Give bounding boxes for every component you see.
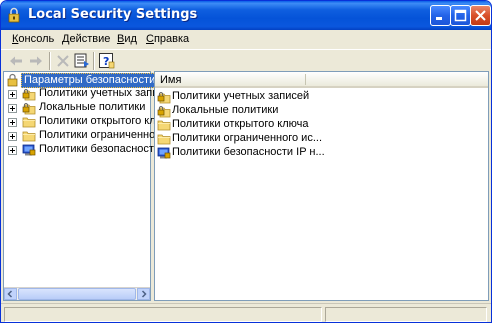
menu-action[interactable]: Действие [62, 33, 110, 45]
horizontal-scrollbar[interactable] [4, 287, 150, 300]
menu-view[interactable]: Вид [117, 33, 137, 45]
column-divider[interactable] [305, 74, 306, 85]
tree-item-software-restriction[interactable]: Политики ограниченного [4, 129, 165, 143]
tree-item-label: Политики ограниченного [39, 129, 166, 141]
chevron-right-icon [141, 290, 147, 298]
tree-root-label: Параметры безопасности [21, 73, 159, 88]
tree-item-label: Политики открытого ключ [39, 115, 170, 127]
tree-pane[interactable]: Параметры безопасности Политики учетных … [3, 71, 170, 301]
ip-security-icon [22, 144, 36, 156]
folder-icon [157, 120, 171, 131]
folder-icon [22, 131, 36, 142]
menu-help[interactable]: Справка [146, 33, 189, 45]
ip-security-icon [157, 147, 171, 159]
svg-text:?: ? [103, 55, 109, 68]
list-item[interactable]: Политики безопасности IP н... [155, 146, 488, 160]
maximize-icon [454, 9, 467, 22]
column-header-row: Имя [155, 72, 488, 88]
delete-icon[interactable] [54, 52, 72, 70]
menu-bar: Консоль Действие Вид Справка [1, 30, 491, 49]
expand-icon[interactable] [8, 118, 17, 127]
tree-item-label: Политики безопасности I [39, 143, 167, 155]
status-cell-secondary [325, 307, 487, 322]
help-icon[interactable]: ? [98, 52, 116, 70]
chevron-left-icon [7, 290, 13, 298]
list-item-label: Локальные политики [172, 104, 279, 116]
lock-folder-icon [22, 89, 36, 101]
lock-folder-icon [157, 92, 171, 104]
list-item[interactable]: Политики учетных записей [155, 90, 488, 104]
tree-item-public-key-policies[interactable]: Политики открытого ключ [4, 115, 169, 129]
tree-item-local-policies[interactable]: Локальные политики [4, 101, 150, 115]
folder-icon [157, 134, 171, 145]
tree-item-account-policies[interactable]: Политики учетных записе [4, 87, 170, 101]
list-item-label: Политики ограниченного ис... [172, 132, 322, 144]
list-item-label: Политики безопасности IP н... [172, 146, 325, 158]
scroll-thumb[interactable] [18, 288, 136, 300]
list-item-label: Политики открытого ключа [172, 118, 309, 130]
expand-icon[interactable] [8, 132, 17, 141]
toolbar: ? [1, 49, 491, 71]
scroll-left-button[interactable] [4, 288, 17, 300]
tree-item-label: Локальные политики [39, 101, 146, 113]
menu-console[interactable]: Консоль [12, 33, 54, 45]
export-list-icon[interactable] [73, 52, 91, 70]
column-header-name[interactable]: Имя [160, 74, 181, 86]
list-pane[interactable]: Имя Политики учетных записей Локальные п… [154, 71, 489, 301]
maximize-button[interactable] [450, 5, 471, 26]
list-item-label: Политики учетных записей [172, 90, 310, 102]
app-window: Local Security Settings Консоль Действие… [0, 0, 492, 323]
title-bar[interactable]: Local Security Settings [1, 1, 491, 30]
close-button[interactable] [470, 5, 491, 26]
security-settings-icon [7, 73, 18, 87]
status-bar [1, 303, 491, 322]
back-arrow-icon[interactable] [7, 52, 25, 70]
status-cell-main [4, 307, 322, 322]
scroll-right-button[interactable] [137, 288, 150, 300]
list-item[interactable]: Политики открытого ключа [155, 118, 488, 132]
toolbar-separator [93, 52, 95, 70]
expand-icon[interactable] [8, 104, 17, 113]
lock-folder-icon [22, 103, 36, 115]
list-item[interactable]: Политики ограниченного ис... [155, 132, 488, 146]
close-icon [475, 10, 486, 21]
lock-folder-icon [157, 106, 171, 118]
toolbar-separator [49, 52, 51, 70]
tree-item-ip-security[interactable]: Политики безопасности I [4, 143, 166, 157]
expand-icon[interactable] [8, 90, 17, 99]
folder-icon [22, 117, 36, 128]
minimize-button[interactable] [430, 5, 451, 26]
minimize-icon [436, 17, 442, 20]
list-item[interactable]: Локальные политики [155, 104, 488, 118]
expand-icon[interactable] [8, 146, 17, 155]
app-lock-icon [8, 7, 20, 23]
tree-item-label: Политики учетных записе [39, 87, 170, 99]
window-title: Local Security Settings [28, 7, 198, 22]
forward-arrow-icon[interactable] [27, 52, 45, 70]
